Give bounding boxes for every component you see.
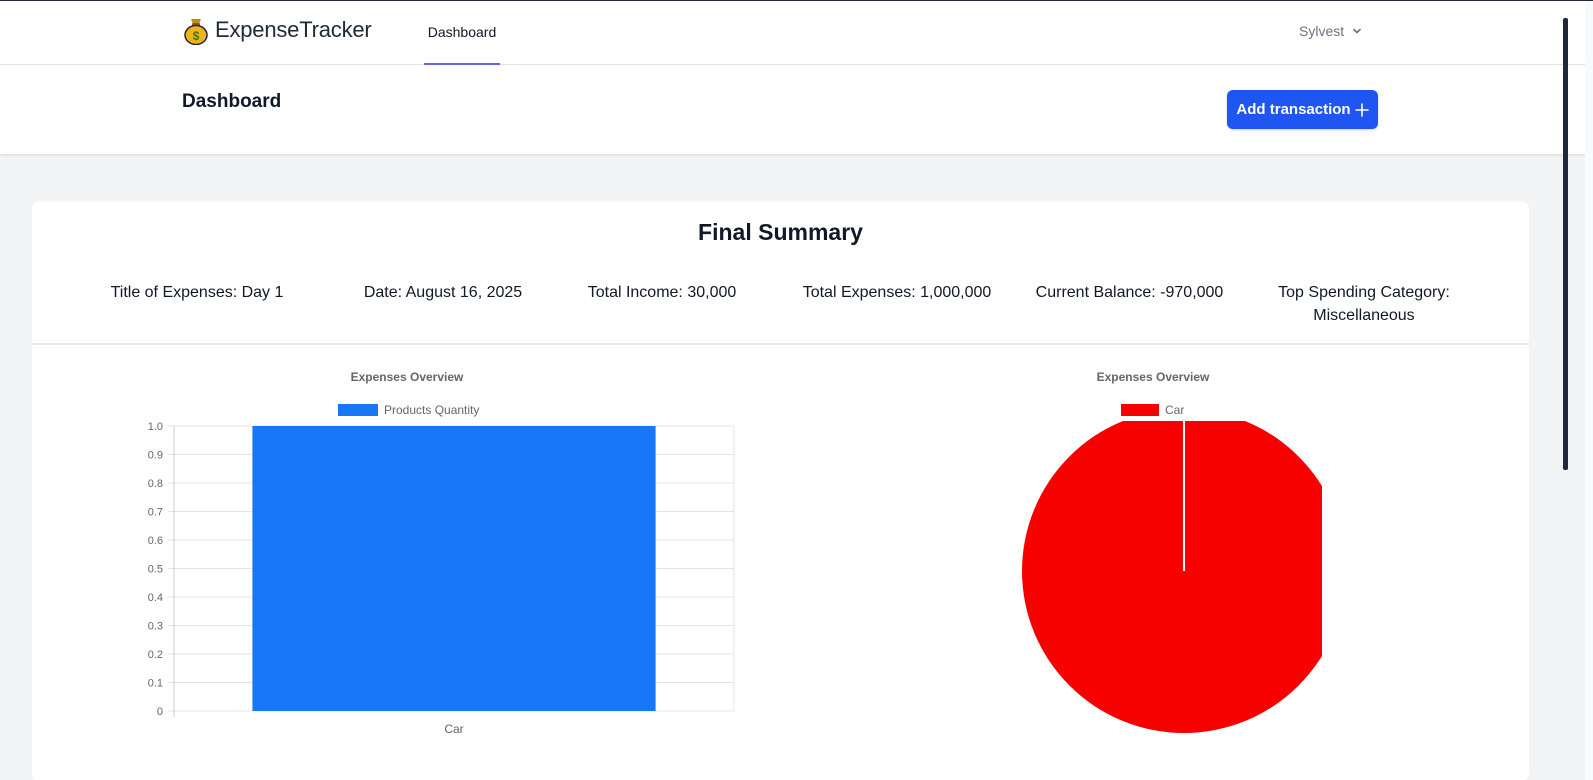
summary-card: Final Summary Title of Expenses: Day 1 D…: [32, 201, 1529, 780]
y-tick-label: 0.1: [148, 678, 163, 690]
brand-name: ExpenseTracker: [215, 17, 372, 42]
pie-chart-title: Expenses Overview: [1096, 370, 1210, 384]
page-title: Dashboard: [182, 91, 282, 112]
y-tick-label: 1.0: [148, 421, 163, 433]
top-category-value: Miscellaneous: [1313, 307, 1415, 324]
bar-chart-legend[interactable]: Products Quantity: [338, 403, 479, 417]
y-tick-label: 0.8: [148, 478, 163, 490]
top-category-label: Top Spending Category:: [1278, 284, 1450, 301]
pie-chart-legend[interactable]: Car: [1121, 403, 1184, 417]
pie-legend-swatch: [1121, 404, 1159, 416]
pie-chart: [1022, 421, 1322, 733]
pie-slice: [1022, 421, 1322, 733]
navbar: $ ExpenseTracker Dashboard Sylvest: [0, 1, 1585, 65]
y-tick-label: 0.7: [148, 507, 163, 519]
bar: [252, 426, 656, 711]
scrollbar-thumb[interactable]: [1563, 18, 1568, 470]
summary-top-spending-category: Top Spending Category: Miscellaneous: [1264, 281, 1464, 327]
y-tick-label: 0.2: [148, 649, 163, 661]
bar-chart: 0 0.1 0.2 0.3 0.4 0.5 0.6 0.7 0.8 0.9 1.0 Car: [148, 421, 735, 736]
y-tick-label: 0: [157, 706, 163, 718]
summary-title-of-expenses: Title of Expenses: Day 1: [110, 284, 284, 301]
add-transaction-label: Add transaction: [1236, 101, 1351, 118]
summary-date: Date: August 16, 2025: [363, 284, 523, 301]
plus-icon: [1354, 102, 1369, 117]
bar-legend-label: Products Quantity: [384, 403, 480, 417]
nav-dashboard-link[interactable]: Dashboard: [424, 1, 500, 65]
user-menu[interactable]: Sylvest: [1299, 23, 1362, 39]
summary-total-expenses: Total Expenses: 1,000,000: [802, 284, 992, 301]
bar-legend-swatch: [338, 404, 378, 416]
brand[interactable]: $ ExpenseTracker: [183, 15, 372, 45]
bar-chart-title: Expenses Overview: [350, 370, 464, 384]
chevron-down-icon: [1353, 28, 1361, 34]
summary-total-income: Total Income: 30,000: [587, 284, 737, 301]
svg-text:$: $: [193, 29, 200, 43]
x-tick-label: Car: [444, 722, 463, 736]
pie-legend-label: Car: [1165, 403, 1185, 417]
y-tick-label: 0.5: [148, 564, 163, 576]
y-tick-label: 0.4: [148, 592, 163, 604]
scrollbar-track[interactable]: [1585, 1, 1593, 780]
user-name: Sylvest: [1299, 23, 1345, 39]
summary-title: Final Summary: [698, 219, 863, 245]
y-tick-label: 0.6: [148, 535, 163, 547]
y-tick-label: 0.9: [148, 450, 163, 462]
summary-divider: [32, 343, 1529, 345]
add-transaction-button[interactable]: Add transaction: [1227, 90, 1378, 129]
summary-current-balance: Current Balance: -970,000: [1035, 284, 1224, 301]
page-header: Dashboard Add transaction: [0, 65, 1585, 154]
y-tick-label: 0.3: [148, 621, 163, 633]
money-bag-icon: $: [184, 19, 208, 45]
